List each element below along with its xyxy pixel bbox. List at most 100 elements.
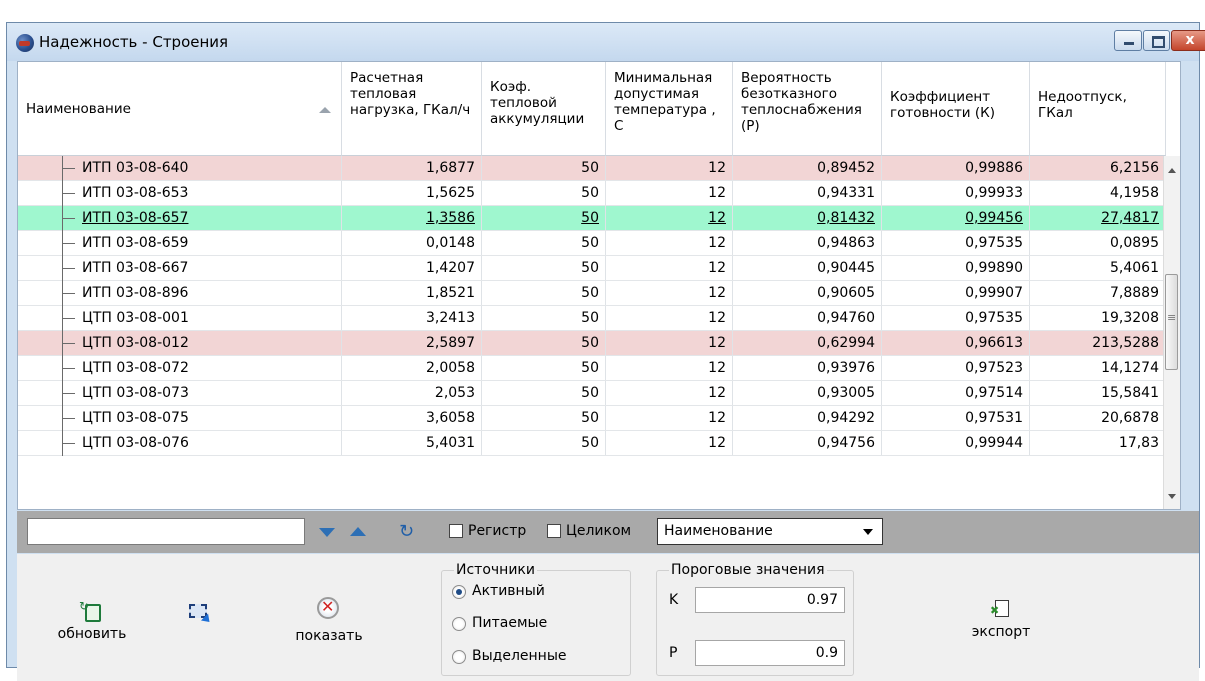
cell-readiness[interactable]: 0,97535 xyxy=(882,306,1030,330)
cell-name[interactable]: ЦТП 03-08-001 xyxy=(18,306,342,330)
cell-undersupply[interactable]: 4,1958 xyxy=(1030,181,1166,205)
cell-min-temperature[interactable]: 12 xyxy=(606,406,733,430)
table-row[interactable]: ЦТП 03-08-073 2,053 50 12 0,93005 0,97514 15,5… xyxy=(18,381,1166,406)
cell-load[interactable]: 1,6877 xyxy=(342,156,482,180)
cell-accumulation[interactable]: 50 xyxy=(482,281,606,305)
cell-load[interactable]: 1,3586 xyxy=(342,206,482,230)
cell-min-temperature[interactable]: 12 xyxy=(606,256,733,280)
column-header-probability[interactable]: Вероятность безотказного теплоснабжения … xyxy=(733,62,882,156)
cell-probability[interactable]: 0,94756 xyxy=(733,431,882,455)
cell-name[interactable]: ЦТП 03-08-075 xyxy=(18,406,342,430)
cell-min-temperature[interactable]: 12 xyxy=(606,231,733,255)
cell-name[interactable]: ЦТП 03-08-073 xyxy=(18,381,342,405)
cell-readiness[interactable]: 0,99456 xyxy=(882,206,1030,230)
cell-min-temperature[interactable]: 12 xyxy=(606,331,733,355)
title-bar[interactable]: Надежность - Строения x xyxy=(7,23,1205,61)
scroll-down-icon[interactable] xyxy=(1168,494,1176,499)
cell-probability[interactable]: 0,90605 xyxy=(733,281,882,305)
column-header-undersupply[interactable]: Недоотпуск, ГКал xyxy=(1030,62,1166,156)
column-header-readiness[interactable]: Коэффициент готовности (К) xyxy=(882,62,1030,156)
table-row[interactable]: ИТП 03-08-640 1,6877 50 12 0,89452 0,99886 6,2… xyxy=(18,156,1166,181)
show-button[interactable]: показать xyxy=(279,596,379,644)
cell-name[interactable]: ЦТП 03-08-072 xyxy=(18,356,342,380)
radio-active[interactable] xyxy=(452,585,466,599)
cell-load[interactable]: 1,5625 xyxy=(342,181,482,205)
cell-accumulation[interactable]: 50 xyxy=(482,431,606,455)
column-header-load[interactable]: Расчетная тепловая нагрузка, ГКал/ч xyxy=(342,62,482,156)
table-row[interactable]: ИТП 03-08-667 1,4207 50 12 0,90445 0,99890 5,4… xyxy=(18,256,1166,281)
cell-name[interactable]: ЦТП 03-08-076 xyxy=(18,431,342,455)
cell-undersupply[interactable]: 15,5841 xyxy=(1030,381,1166,405)
table-row[interactable]: ЦТП 03-08-012 2,5897 50 12 0,62994 0,96613 213… xyxy=(18,331,1166,356)
cell-readiness[interactable]: 0,99944 xyxy=(882,431,1030,455)
scroll-thumb[interactable] xyxy=(1165,274,1178,370)
cell-readiness[interactable]: 0,97535 xyxy=(882,231,1030,255)
cell-load[interactable]: 0,0148 xyxy=(342,231,482,255)
cell-undersupply[interactable]: 5,4061 xyxy=(1030,256,1166,280)
cell-undersupply[interactable]: 14,1274 xyxy=(1030,356,1166,380)
cell-min-temperature[interactable]: 12 xyxy=(606,156,733,180)
cell-load[interactable]: 2,053 xyxy=(342,381,482,405)
cell-readiness[interactable]: 0,99890 xyxy=(882,256,1030,280)
cell-accumulation[interactable]: 50 xyxy=(482,181,606,205)
close-button[interactable]: x xyxy=(1171,30,1205,51)
cell-min-temperature[interactable]: 12 xyxy=(606,356,733,380)
select-area-button[interactable] xyxy=(187,604,209,624)
table-row[interactable]: ИТП 03-08-896 1,8521 50 12 0,90605 0,99907 7,8… xyxy=(18,281,1166,306)
cell-probability[interactable]: 0,89452 xyxy=(733,156,882,180)
radio-selected[interactable] xyxy=(452,650,466,664)
cell-probability[interactable]: 0,94863 xyxy=(733,231,882,255)
cell-accumulation[interactable]: 50 xyxy=(482,381,606,405)
radio-fed[interactable] xyxy=(452,617,466,631)
cell-name[interactable]: ИТП 03-08-659 xyxy=(18,231,342,255)
cell-accumulation[interactable]: 50 xyxy=(482,306,606,330)
cell-probability[interactable]: 0,93976 xyxy=(733,356,882,380)
cell-accumulation[interactable]: 50 xyxy=(482,231,606,255)
cell-probability[interactable]: 0,93005 xyxy=(733,381,882,405)
search-field-select[interactable]: Наименование xyxy=(657,518,883,545)
cell-load[interactable]: 3,2413 xyxy=(342,306,482,330)
cell-probability[interactable]: 0,90445 xyxy=(733,256,882,280)
table-row[interactable]: ИТП 03-08-653 1,5625 50 12 0,94331 0,99933 4,1… xyxy=(18,181,1166,206)
cell-readiness[interactable]: 0,99933 xyxy=(882,181,1030,205)
find-previous-icon[interactable] xyxy=(350,527,366,536)
search-input[interactable] xyxy=(27,518,305,545)
cell-readiness[interactable]: 0,96613 xyxy=(882,331,1030,355)
cell-load[interactable]: 1,8521 xyxy=(342,281,482,305)
cell-readiness[interactable]: 0,97514 xyxy=(882,381,1030,405)
cell-min-temperature[interactable]: 12 xyxy=(606,206,733,230)
column-header-min-temperature[interactable]: Минимальная допустимая температура , С xyxy=(606,62,733,156)
threshold-k-input[interactable]: 0.97 xyxy=(695,587,845,613)
cell-readiness[interactable]: 0,99886 xyxy=(882,156,1030,180)
find-next-icon[interactable] xyxy=(319,528,335,537)
cell-accumulation[interactable]: 50 xyxy=(482,206,606,230)
whole-word-checkbox[interactable] xyxy=(547,524,561,538)
cell-name[interactable]: ИТП 03-08-896 xyxy=(18,281,342,305)
cell-readiness[interactable]: 0,99907 xyxy=(882,281,1030,305)
cell-undersupply[interactable]: 7,8889 xyxy=(1030,281,1166,305)
export-button[interactable]: экспорт xyxy=(961,598,1041,640)
cell-load[interactable]: 1,4207 xyxy=(342,256,482,280)
vertical-scrollbar[interactable] xyxy=(1163,156,1180,509)
table-row[interactable]: ЦТП 03-08-075 3,6058 50 12 0,94292 0,97531 20,… xyxy=(18,406,1166,431)
threshold-p-input[interactable]: 0.9 xyxy=(695,640,845,666)
cell-min-temperature[interactable]: 12 xyxy=(606,381,733,405)
cell-undersupply[interactable]: 213,5288 xyxy=(1030,331,1166,355)
cell-name[interactable]: ЦТП 03-08-012 xyxy=(18,331,342,355)
maximize-button[interactable] xyxy=(1143,30,1170,51)
cell-min-temperature[interactable]: 12 xyxy=(606,281,733,305)
reset-search-icon[interactable]: ↻ xyxy=(399,521,414,542)
cell-name[interactable]: ИТП 03-08-640 xyxy=(18,156,342,180)
cell-undersupply[interactable]: 6,2156 xyxy=(1030,156,1166,180)
table-row[interactable]: ЦТП 03-08-072 2,0058 50 12 0,93976 0,97523 14,… xyxy=(18,356,1166,381)
cell-accumulation[interactable]: 50 xyxy=(482,356,606,380)
cell-probability[interactable]: 0,94331 xyxy=(733,181,882,205)
column-header-accumulation[interactable]: Коэф. тепловой аккумуляции xyxy=(482,62,606,156)
refresh-button[interactable]: обновить xyxy=(47,599,137,642)
table-row[interactable]: ЦТП 03-08-076 5,4031 50 12 0,94756 0,99944 17,… xyxy=(18,431,1166,456)
table-row[interactable]: ИТП 03-08-659 0,0148 50 12 0,94863 0,97535 0,0… xyxy=(18,231,1166,256)
table-row[interactable]: ИТП 03-08-657 1,3586 50 12 0,81432 0,99456 27,… xyxy=(18,206,1166,231)
minimize-button[interactable] xyxy=(1114,30,1142,51)
cell-probability[interactable]: 0,94760 xyxy=(733,306,882,330)
cell-load[interactable]: 2,5897 xyxy=(342,331,482,355)
